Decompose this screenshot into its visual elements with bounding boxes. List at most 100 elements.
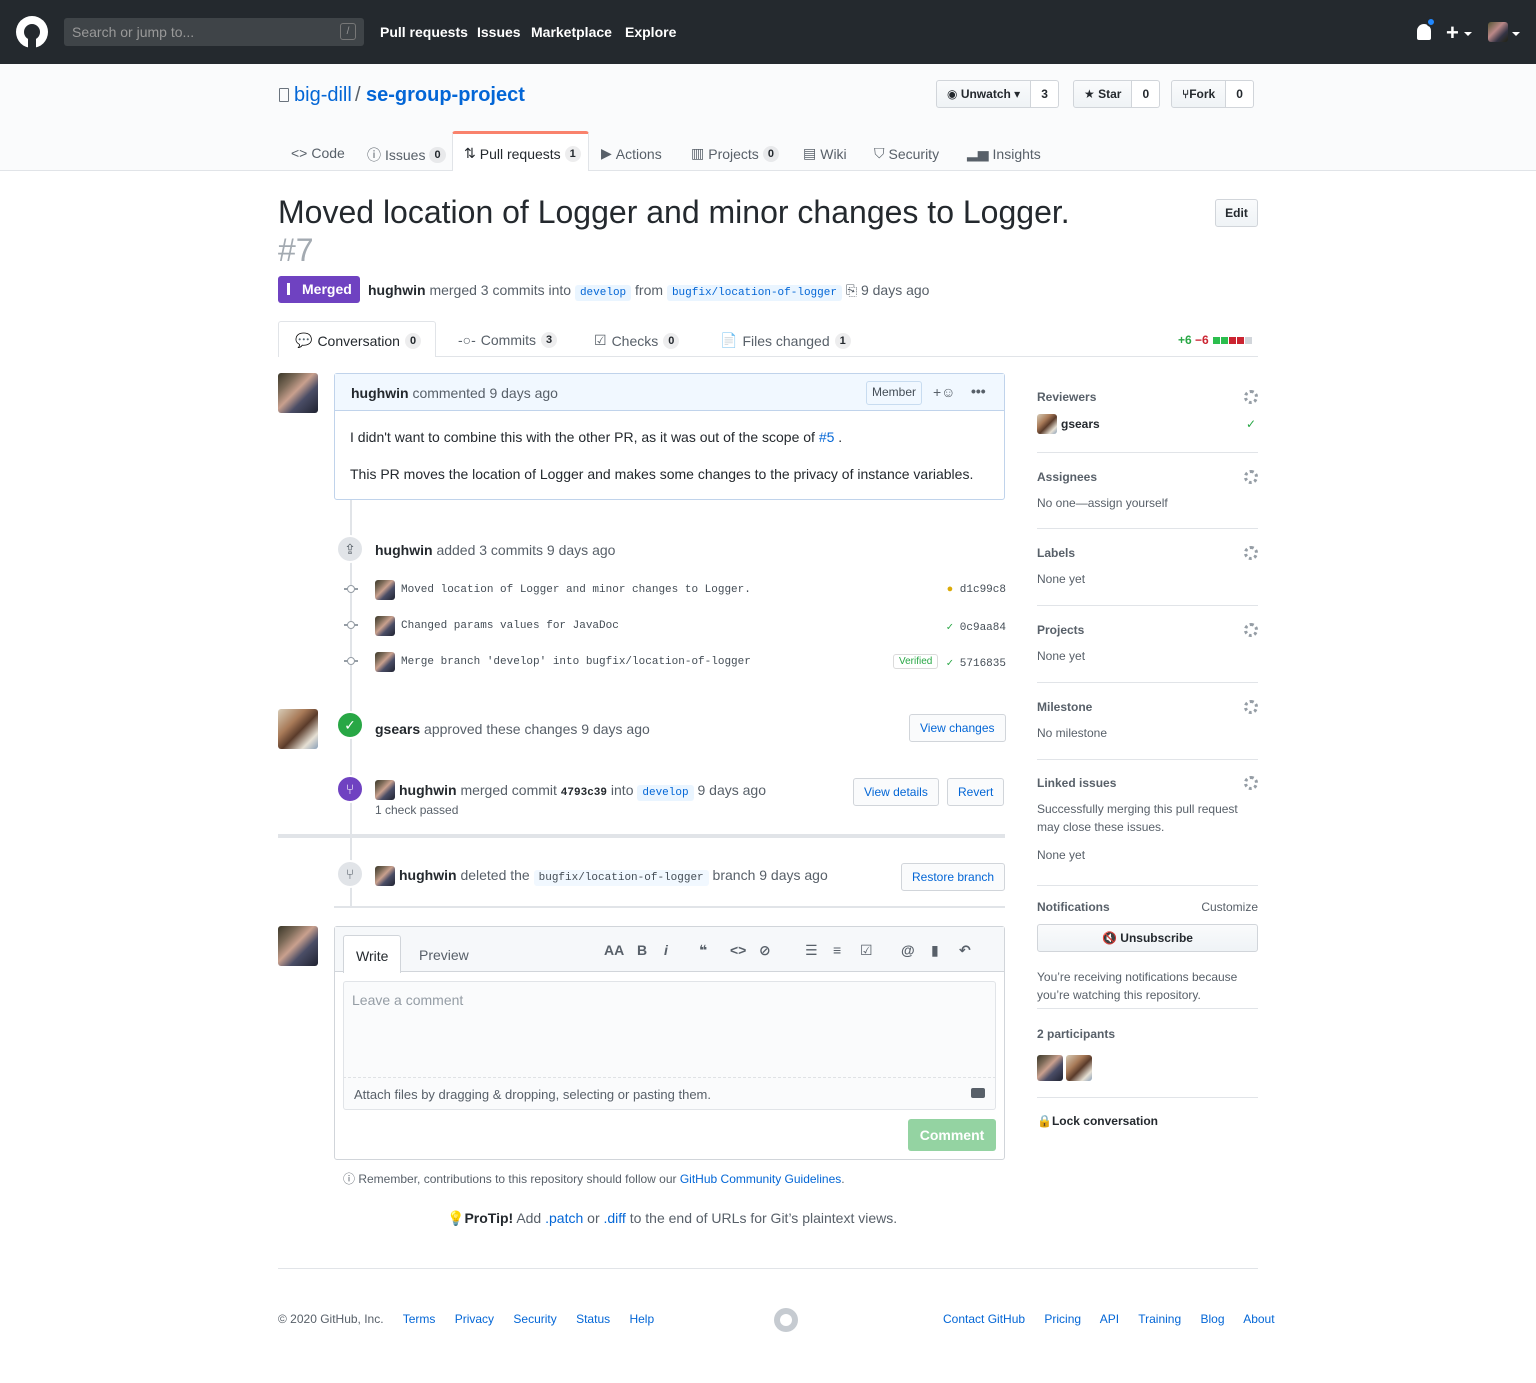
- footer-terms-link[interactable]: Terms: [403, 1312, 436, 1326]
- nav-marketplace[interactable]: Marketplace: [531, 24, 612, 40]
- footer-blog-link[interactable]: Blog: [1200, 1312, 1224, 1326]
- markdown-icon[interactable]: [971, 1088, 985, 1098]
- tab-commits[interactable]: -○- Commits 3: [458, 332, 558, 348]
- comment-timestamp[interactable]: commented 9 days ago: [412, 385, 558, 401]
- nav-explore[interactable]: Explore: [625, 24, 676, 40]
- code-icon[interactable]: <>: [730, 942, 746, 958]
- avatar[interactable]: [278, 373, 318, 413]
- github-logo-icon[interactable]: [16, 16, 48, 48]
- reviewer-name[interactable]: gsears: [1061, 417, 1100, 431]
- watch-count[interactable]: 3: [1031, 80, 1059, 108]
- comment-submit-button[interactable]: Comment: [908, 1119, 996, 1151]
- comment-textarea[interactable]: Leave a comment: [343, 981, 996, 1078]
- customize-link[interactable]: Customize: [1201, 900, 1258, 914]
- avatar[interactable]: [375, 866, 395, 886]
- tab-preview[interactable]: Preview: [407, 935, 481, 973]
- branch-label[interactable]: develop: [637, 785, 694, 801]
- commit-sha[interactable]: ● d1c99c8: [947, 584, 1006, 596]
- tab-wiki[interactable]: ▤ Wiki: [803, 145, 847, 162]
- pr-author[interactable]: hughwin: [368, 282, 426, 298]
- merge-commit-sha[interactable]: 4793c39: [561, 787, 607, 799]
- star-button[interactable]: ★ Star: [1073, 80, 1133, 108]
- revert-button[interactable]: Revert: [947, 778, 1005, 806]
- guidelines-link[interactable]: GitHub Community Guidelines: [680, 1172, 841, 1186]
- search-input[interactable]: Search or jump to... /: [64, 18, 364, 46]
- task-list-icon[interactable]: ☑: [860, 942, 873, 959]
- unwatch-button[interactable]: ◉ Unwatch ▾: [936, 80, 1032, 108]
- fork-count[interactable]: 0: [1226, 80, 1254, 108]
- add-reaction-icon[interactable]: +☺: [933, 384, 955, 400]
- avatar[interactable]: [375, 780, 395, 800]
- gear-icon[interactable]: [1244, 776, 1258, 790]
- footer-status-link[interactable]: Status: [576, 1312, 610, 1326]
- tab-pull-requests[interactable]: ⇅ Pull requests 1: [464, 145, 581, 162]
- footer-security-link[interactable]: Security: [513, 1312, 556, 1326]
- event-author[interactable]: gsears: [375, 721, 420, 737]
- diff-link[interactable]: .diff: [604, 1210, 626, 1226]
- create-new-plus-icon[interactable]: +: [1446, 20, 1459, 46]
- avatar[interactable]: [1066, 1055, 1092, 1081]
- mention-icon[interactable]: @: [901, 942, 915, 958]
- saved-replies-icon[interactable]: ↶: [959, 942, 971, 959]
- footer-training-link[interactable]: Training: [1138, 1312, 1181, 1326]
- fork-button[interactable]: ⑂Fork: [1171, 80, 1227, 108]
- reference-icon[interactable]: ▮: [931, 942, 939, 959]
- avatar[interactable]: [375, 652, 395, 672]
- event-author[interactable]: hughwin: [399, 782, 457, 798]
- footer-help-link[interactable]: Help: [629, 1312, 654, 1326]
- avatar[interactable]: [1037, 414, 1057, 434]
- avatar[interactable]: [278, 709, 318, 749]
- gear-icon[interactable]: [1244, 623, 1258, 637]
- repo-owner-link[interactable]: big-dill: [294, 84, 352, 107]
- nav-pull-requests[interactable]: Pull requests: [380, 24, 468, 40]
- footer-privacy-link[interactable]: Privacy: [455, 1312, 494, 1326]
- more-options-icon[interactable]: •••: [971, 383, 986, 399]
- tab-code[interactable]: <> Code: [291, 145, 345, 161]
- quote-icon[interactable]: ❝: [699, 942, 707, 959]
- avatar[interactable]: [1037, 1055, 1063, 1081]
- avatar[interactable]: [375, 580, 395, 600]
- bold-icon[interactable]: B: [637, 942, 647, 958]
- tab-actions[interactable]: ▶ Actions: [601, 145, 662, 162]
- commit-message[interactable]: Changed params values for JavaDoc: [401, 620, 619, 632]
- gear-icon[interactable]: [1244, 700, 1258, 714]
- base-branch[interactable]: develop: [574, 285, 632, 301]
- head-branch[interactable]: bugfix/location-of-logger: [666, 285, 842, 301]
- commit-message[interactable]: Merge branch 'develop' into bugfix/locat…: [401, 656, 751, 668]
- unsubscribe-button[interactable]: 🔇 Unsubscribe: [1037, 924, 1258, 952]
- commit-sha[interactable]: ✓ 5716835: [947, 656, 1006, 670]
- footer-pricing-link[interactable]: Pricing: [1044, 1312, 1081, 1326]
- commit-message[interactable]: Moved location of Logger and minor chang…: [401, 584, 751, 596]
- github-logo-icon[interactable]: [774, 1308, 798, 1332]
- tab-conversation[interactable]: 💬 Conversation 0: [295, 332, 422, 349]
- comment-author[interactable]: hughwin: [351, 385, 409, 401]
- tab-write[interactable]: Write: [343, 935, 402, 973]
- event-author[interactable]: hughwin: [375, 542, 433, 558]
- gear-icon[interactable]: [1244, 470, 1258, 484]
- numbered-list-icon[interactable]: ≡: [833, 942, 841, 958]
- bulleted-list-icon[interactable]: ☰: [805, 942, 818, 959]
- tab-security[interactable]: ⛉ Security: [874, 145, 939, 162]
- lock-conversation[interactable]: 🔒Lock conversation: [1037, 1114, 1258, 1128]
- restore-branch-button[interactable]: Restore branch: [901, 863, 1006, 891]
- tab-insights[interactable]: ▂▅ Insights: [967, 145, 1041, 162]
- footer-about-link[interactable]: About: [1243, 1312, 1274, 1326]
- gear-icon[interactable]: [1244, 390, 1258, 404]
- tab-projects[interactable]: ▥ Projects 0: [691, 145, 779, 162]
- text-size-icon[interactable]: AA: [604, 942, 624, 958]
- verified-badge[interactable]: Verified: [893, 654, 939, 669]
- view-changes-button[interactable]: View changes: [909, 714, 1006, 742]
- view-details-button[interactable]: View details: [853, 778, 939, 806]
- commit-sha[interactable]: ✓ 0c9aa84: [947, 620, 1006, 634]
- tab-checks[interactable]: ☑ Checks 0: [594, 332, 680, 349]
- link-icon[interactable]: ⊘: [759, 942, 771, 959]
- tab-issues[interactable]: ⓘ Issues 0: [367, 145, 446, 165]
- repo-name-link[interactable]: se-group-project: [366, 84, 525, 107]
- tab-files-changed[interactable]: 📄 Files changed 1: [720, 332, 851, 349]
- attach-files-area[interactable]: Attach files by dragging & dropping, sel…: [343, 1078, 996, 1110]
- footer-api-link[interactable]: API: [1100, 1312, 1119, 1326]
- user-avatar[interactable]: [1488, 22, 1508, 42]
- footer-contact-link[interactable]: Contact GitHub: [943, 1312, 1025, 1326]
- italic-icon[interactable]: i: [664, 942, 668, 958]
- checks-status[interactable]: 1 check passed: [375, 803, 458, 817]
